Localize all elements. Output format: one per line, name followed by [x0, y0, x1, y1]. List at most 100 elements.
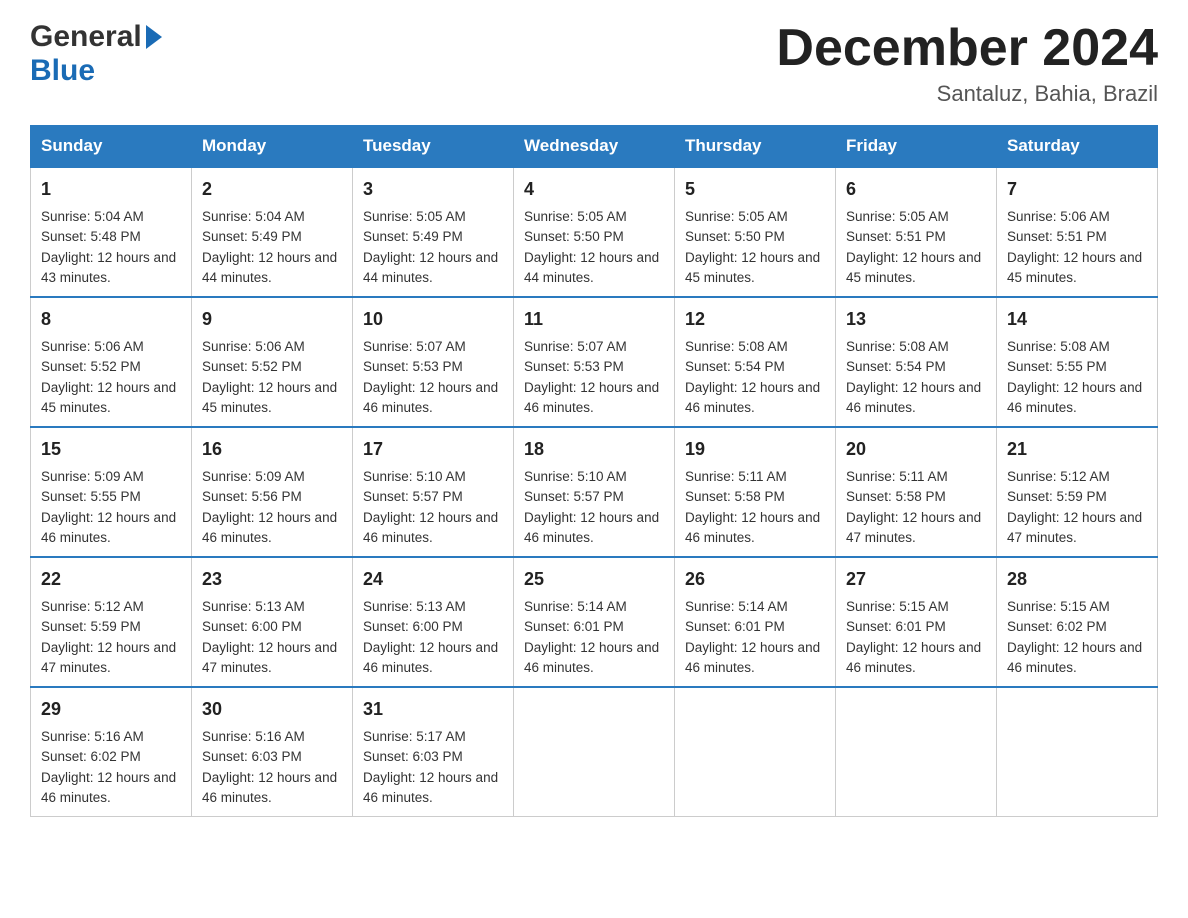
sunset-text: Sunset: 5:53 PM: [363, 359, 463, 374]
daylight-text: Daylight: 12 hours and 46 minutes.: [524, 510, 659, 545]
day-number: 10: [363, 306, 503, 333]
sunset-text: Sunset: 5:49 PM: [202, 229, 302, 244]
sunset-text: Sunset: 5:54 PM: [685, 359, 785, 374]
calendar-day-cell: [675, 687, 836, 817]
calendar-day-cell: 26 Sunrise: 5:14 AM Sunset: 6:01 PM Dayl…: [675, 557, 836, 687]
day-number: 8: [41, 306, 181, 333]
day-number: 11: [524, 306, 664, 333]
calendar-day-cell: 25 Sunrise: 5:14 AM Sunset: 6:01 PM Dayl…: [514, 557, 675, 687]
daylight-text: Daylight: 12 hours and 47 minutes.: [41, 640, 176, 675]
sunrise-text: Sunrise: 5:07 AM: [363, 339, 466, 354]
daylight-text: Daylight: 12 hours and 46 minutes.: [846, 380, 981, 415]
sunset-text: Sunset: 5:56 PM: [202, 489, 302, 504]
sunset-text: Sunset: 5:53 PM: [524, 359, 624, 374]
calendar-day-cell: 29 Sunrise: 5:16 AM Sunset: 6:02 PM Dayl…: [31, 687, 192, 817]
sunset-text: Sunset: 6:01 PM: [685, 619, 785, 634]
daylight-text: Daylight: 12 hours and 46 minutes.: [41, 770, 176, 805]
day-number: 26: [685, 566, 825, 593]
sunset-text: Sunset: 5:49 PM: [363, 229, 463, 244]
calendar-day-cell: [514, 687, 675, 817]
daylight-text: Daylight: 12 hours and 45 minutes.: [41, 380, 176, 415]
sunset-text: Sunset: 5:58 PM: [846, 489, 946, 504]
sunrise-text: Sunrise: 5:07 AM: [524, 339, 627, 354]
daylight-text: Daylight: 12 hours and 47 minutes.: [846, 510, 981, 545]
day-number: 5: [685, 176, 825, 203]
sunset-text: Sunset: 5:51 PM: [846, 229, 946, 244]
day-number: 15: [41, 436, 181, 463]
day-number: 19: [685, 436, 825, 463]
sunrise-text: Sunrise: 5:04 AM: [41, 209, 144, 224]
calendar-weekday-header: Sunday: [31, 126, 192, 168]
calendar-day-cell: 14 Sunrise: 5:08 AM Sunset: 5:55 PM Dayl…: [997, 297, 1158, 427]
calendar-day-cell: 15 Sunrise: 5:09 AM Sunset: 5:55 PM Dayl…: [31, 427, 192, 557]
sunset-text: Sunset: 5:57 PM: [363, 489, 463, 504]
sunset-text: Sunset: 5:50 PM: [524, 229, 624, 244]
calendar-day-cell: 4 Sunrise: 5:05 AM Sunset: 5:50 PM Dayli…: [514, 167, 675, 297]
daylight-text: Daylight: 12 hours and 46 minutes.: [1007, 380, 1142, 415]
sunset-text: Sunset: 5:54 PM: [846, 359, 946, 374]
sunset-text: Sunset: 5:58 PM: [685, 489, 785, 504]
sunrise-text: Sunrise: 5:15 AM: [1007, 599, 1110, 614]
day-number: 30: [202, 696, 342, 723]
month-title: December 2024: [776, 20, 1158, 77]
calendar-day-cell: 19 Sunrise: 5:11 AM Sunset: 5:58 PM Dayl…: [675, 427, 836, 557]
sunset-text: Sunset: 6:00 PM: [202, 619, 302, 634]
day-number: 13: [846, 306, 986, 333]
day-number: 9: [202, 306, 342, 333]
sunrise-text: Sunrise: 5:14 AM: [685, 599, 788, 614]
sunset-text: Sunset: 6:03 PM: [202, 749, 302, 764]
calendar-day-cell: 30 Sunrise: 5:16 AM Sunset: 6:03 PM Dayl…: [192, 687, 353, 817]
calendar-day-cell: 27 Sunrise: 5:15 AM Sunset: 6:01 PM Dayl…: [836, 557, 997, 687]
sunrise-text: Sunrise: 5:10 AM: [363, 469, 466, 484]
sunrise-text: Sunrise: 5:12 AM: [1007, 469, 1110, 484]
calendar-week-row: 1 Sunrise: 5:04 AM Sunset: 5:48 PM Dayli…: [31, 167, 1158, 297]
calendar-week-row: 29 Sunrise: 5:16 AM Sunset: 6:02 PM Dayl…: [31, 687, 1158, 817]
daylight-text: Daylight: 12 hours and 46 minutes.: [363, 640, 498, 675]
day-number: 24: [363, 566, 503, 593]
calendar-week-row: 22 Sunrise: 5:12 AM Sunset: 5:59 PM Dayl…: [31, 557, 1158, 687]
sunrise-text: Sunrise: 5:14 AM: [524, 599, 627, 614]
calendar-day-cell: 28 Sunrise: 5:15 AM Sunset: 6:02 PM Dayl…: [997, 557, 1158, 687]
calendar-day-cell: 6 Sunrise: 5:05 AM Sunset: 5:51 PM Dayli…: [836, 167, 997, 297]
day-number: 23: [202, 566, 342, 593]
day-number: 31: [363, 696, 503, 723]
calendar-day-cell: 18 Sunrise: 5:10 AM Sunset: 5:57 PM Dayl…: [514, 427, 675, 557]
calendar-weekday-header: Tuesday: [353, 126, 514, 168]
sunrise-text: Sunrise: 5:06 AM: [202, 339, 305, 354]
sunrise-text: Sunrise: 5:08 AM: [1007, 339, 1110, 354]
sunset-text: Sunset: 6:02 PM: [1007, 619, 1107, 634]
calendar-day-cell: 17 Sunrise: 5:10 AM Sunset: 5:57 PM Dayl…: [353, 427, 514, 557]
daylight-text: Daylight: 12 hours and 44 minutes.: [202, 250, 337, 285]
day-number: 6: [846, 176, 986, 203]
calendar-day-cell: 16 Sunrise: 5:09 AM Sunset: 5:56 PM Dayl…: [192, 427, 353, 557]
calendar-weekday-header: Saturday: [997, 126, 1158, 168]
sunrise-text: Sunrise: 5:11 AM: [685, 469, 787, 484]
daylight-text: Daylight: 12 hours and 43 minutes.: [41, 250, 176, 285]
sunrise-text: Sunrise: 5:05 AM: [846, 209, 949, 224]
sunset-text: Sunset: 5:52 PM: [41, 359, 141, 374]
calendar-day-cell: 1 Sunrise: 5:04 AM Sunset: 5:48 PM Dayli…: [31, 167, 192, 297]
sunset-text: Sunset: 5:57 PM: [524, 489, 624, 504]
calendar-week-row: 8 Sunrise: 5:06 AM Sunset: 5:52 PM Dayli…: [31, 297, 1158, 427]
logo-general-text: General: [30, 20, 142, 54]
day-number: 20: [846, 436, 986, 463]
daylight-text: Daylight: 12 hours and 47 minutes.: [1007, 510, 1142, 545]
logo-blue-text: Blue: [30, 54, 95, 87]
sunset-text: Sunset: 5:59 PM: [41, 619, 141, 634]
daylight-text: Daylight: 12 hours and 46 minutes.: [685, 640, 820, 675]
calendar-day-cell: [836, 687, 997, 817]
daylight-text: Daylight: 12 hours and 46 minutes.: [1007, 640, 1142, 675]
sunrise-text: Sunrise: 5:10 AM: [524, 469, 627, 484]
day-number: 7: [1007, 176, 1147, 203]
daylight-text: Daylight: 12 hours and 46 minutes.: [41, 510, 176, 545]
day-number: 25: [524, 566, 664, 593]
page-header: General Blue December 2024 Santaluz, Bah…: [30, 20, 1158, 107]
daylight-text: Daylight: 12 hours and 45 minutes.: [202, 380, 337, 415]
calendar-day-cell: 9 Sunrise: 5:06 AM Sunset: 5:52 PM Dayli…: [192, 297, 353, 427]
sunrise-text: Sunrise: 5:08 AM: [846, 339, 949, 354]
calendar-week-row: 15 Sunrise: 5:09 AM Sunset: 5:55 PM Dayl…: [31, 427, 1158, 557]
sunrise-text: Sunrise: 5:06 AM: [41, 339, 144, 354]
sunset-text: Sunset: 5:55 PM: [41, 489, 141, 504]
day-number: 18: [524, 436, 664, 463]
sunset-text: Sunset: 6:00 PM: [363, 619, 463, 634]
